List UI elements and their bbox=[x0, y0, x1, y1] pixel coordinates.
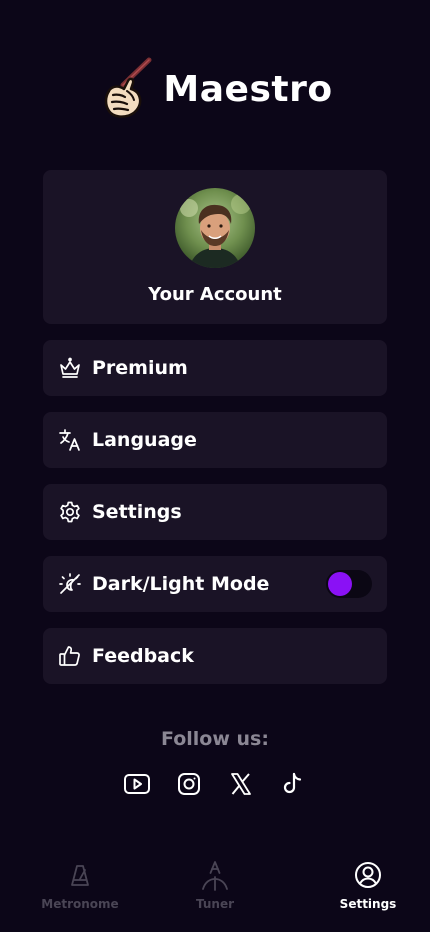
menu-item-dark-light-mode: Dark/Light Mode bbox=[43, 556, 387, 612]
social-links bbox=[0, 770, 430, 798]
thumbs-up-icon bbox=[58, 644, 82, 668]
sun-moon-icon bbox=[58, 572, 82, 596]
maestro-logo-icon bbox=[105, 57, 152, 118]
x-icon[interactable] bbox=[227, 770, 255, 798]
menu-item-label: Premium bbox=[92, 357, 188, 379]
dark-mode-toggle[interactable] bbox=[326, 570, 372, 598]
nav-settings[interactable]: Settings bbox=[313, 859, 423, 911]
youtube-icon[interactable] bbox=[123, 770, 151, 798]
translate-icon bbox=[58, 428, 82, 452]
nav-label: Metronome bbox=[41, 897, 119, 911]
metronome-icon bbox=[65, 859, 95, 891]
avatar bbox=[175, 188, 255, 268]
account-card[interactable]: Your Account bbox=[43, 170, 387, 324]
nav-tuner[interactable]: Tuner bbox=[160, 859, 270, 911]
menu-item-label: Language bbox=[92, 429, 197, 451]
menu-item-premium[interactable]: Premium bbox=[43, 340, 387, 396]
tuner-icon bbox=[200, 859, 230, 891]
app-title: Maestro bbox=[163, 68, 333, 110]
nav-label: Settings bbox=[339, 897, 397, 911]
bottom-nav: Metronome Tuner Settings bbox=[0, 855, 430, 932]
menu-item-label: Feedback bbox=[92, 645, 194, 667]
account-label: Your Account bbox=[148, 284, 282, 305]
menu-item-label: Settings bbox=[92, 501, 182, 523]
toggle-knob bbox=[328, 572, 352, 596]
follow-us-title: Follow us: bbox=[161, 728, 269, 750]
crown-icon bbox=[58, 356, 82, 380]
user-circle-icon bbox=[353, 859, 383, 891]
menu-item-language[interactable]: Language bbox=[43, 412, 387, 468]
menu-item-feedback[interactable]: Feedback bbox=[43, 628, 387, 684]
gear-icon bbox=[58, 500, 82, 524]
instagram-icon[interactable] bbox=[175, 770, 203, 798]
tiktok-icon[interactable] bbox=[279, 770, 307, 798]
nav-label: Tuner bbox=[195, 897, 234, 911]
menu-item-settings[interactable]: Settings bbox=[43, 484, 387, 540]
app-header: Maestro bbox=[0, 54, 430, 124]
nav-metronome[interactable]: Metronome bbox=[25, 859, 135, 911]
menu-item-label: Dark/Light Mode bbox=[92, 573, 270, 595]
